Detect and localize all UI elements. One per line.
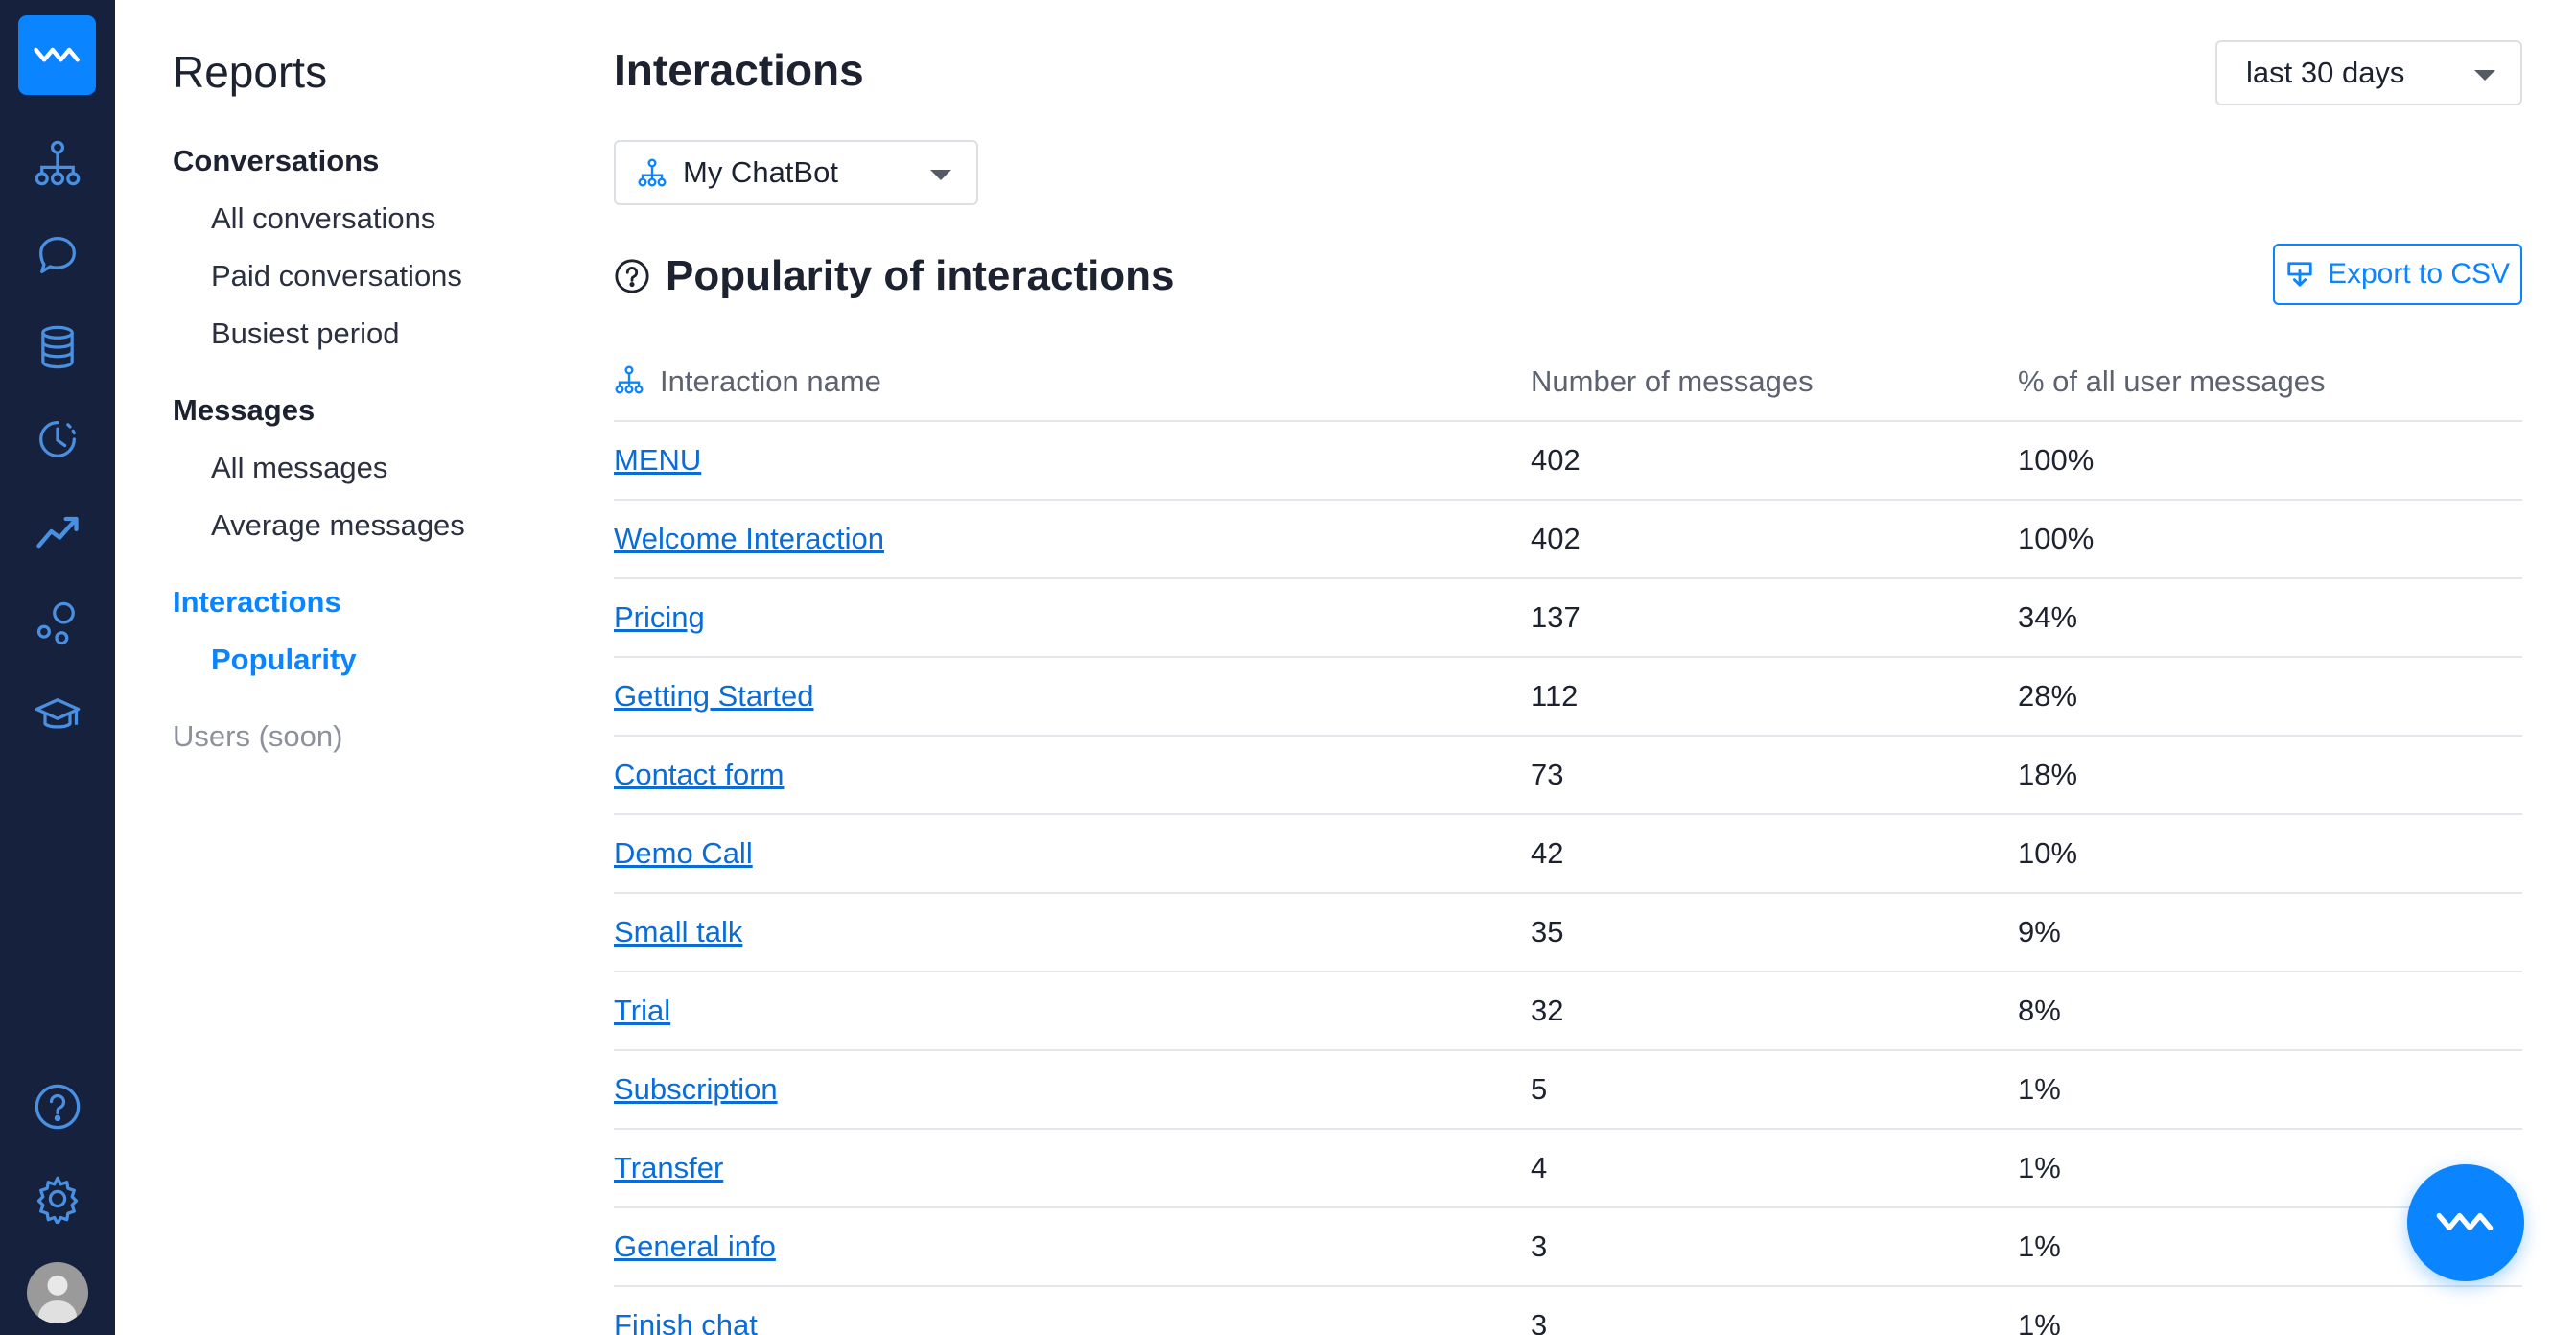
message-count: 42 <box>1531 836 1564 870</box>
table-row: Welcome Interaction 402 100% <box>614 501 2522 579</box>
message-percent: 1% <box>2018 1151 2061 1184</box>
bot-tree-icon <box>638 158 667 187</box>
message-count: 3 <box>1531 1230 1548 1263</box>
interactions-table: Interaction name Number of messages % of… <box>614 343 2522 1335</box>
table-row: Small talk 35 9% <box>614 894 2522 972</box>
message-count: 5 <box>1531 1072 1548 1106</box>
settings-gear-icon[interactable] <box>29 1170 86 1228</box>
export-csv-label: Export to CSV <box>2327 258 2511 290</box>
subnav-item-popularity[interactable]: Popularity <box>211 643 357 677</box>
icon-rail <box>0 0 115 1335</box>
chat-bubble-icon[interactable] <box>29 226 86 284</box>
subnav-item-average-messages[interactable]: Average messages <box>211 508 465 543</box>
interaction-link[interactable]: Pricing <box>614 600 705 635</box>
subnav-item-all-conversations[interactable]: All conversations <box>211 201 435 236</box>
export-csv-button[interactable]: Export to CSV <box>2273 244 2522 305</box>
message-percent: 28% <box>2018 679 2078 713</box>
help-circle-icon[interactable] <box>614 258 650 294</box>
history-clock-icon[interactable] <box>29 410 86 468</box>
table-row: General info 3 1% <box>614 1208 2522 1287</box>
interaction-link[interactable]: Getting Started <box>614 679 814 714</box>
message-percent: 100% <box>2018 443 2095 477</box>
message-percent: 100% <box>2018 522 2095 555</box>
integrations-icon[interactable] <box>29 595 86 652</box>
message-count: 73 <box>1531 758 1564 791</box>
interaction-link[interactable]: Trial <box>614 994 670 1028</box>
logo-wave-icon <box>2436 1212 2494 1230</box>
table-row: MENU 402 100% <box>614 422 2522 501</box>
section-title: Popularity of interactions <box>666 252 1175 299</box>
message-count: 402 <box>1531 522 1581 555</box>
subnav-item-users-soon: Users (soon) <box>173 719 343 753</box>
academy-cap-icon[interactable] <box>29 687 86 744</box>
subnav-group-conversations[interactable]: Conversations <box>173 144 379 178</box>
message-count: 32 <box>1531 994 1564 1027</box>
table-row: Demo Call 42 10% <box>614 815 2522 894</box>
bot-select[interactable]: My ChatBot <box>614 140 978 205</box>
message-percent: 34% <box>2018 600 2078 634</box>
chat-widget-button[interactable] <box>2407 1164 2524 1281</box>
message-percent: 9% <box>2018 915 2061 949</box>
message-percent: 1% <box>2018 1230 2061 1263</box>
interaction-link[interactable]: MENU <box>614 443 701 478</box>
interaction-link[interactable]: Finish chat <box>614 1308 758 1335</box>
table-row: Trial 32 8% <box>614 972 2522 1051</box>
subnav-item-busiest-period[interactable]: Busiest period <box>211 316 399 351</box>
bot-select-value: My ChatBot <box>683 155 838 189</box>
interaction-link[interactable]: Demo Call <box>614 836 753 871</box>
interaction-link[interactable]: General info <box>614 1230 776 1264</box>
period-select-value: last 30 days <box>2246 56 2405 89</box>
main-content: Interactions last 30 days My ChatBot Pop… <box>614 0 2532 1335</box>
section-header: Popularity of interactions <box>614 247 1175 305</box>
database-icon[interactable] <box>29 318 86 376</box>
message-count: 112 <box>1531 679 1579 713</box>
column-header-number-of-messages[interactable]: Number of messages <box>1531 364 1814 399</box>
message-percent: 10% <box>2018 836 2078 870</box>
bot-tree-icon[interactable] <box>29 134 86 192</box>
column-header-percent-of-messages[interactable]: % of all user messages <box>2018 364 2325 399</box>
subnav-item-all-messages[interactable]: All messages <box>211 451 387 485</box>
table-row: Getting Started 112 28% <box>614 658 2522 737</box>
period-select[interactable]: last 30 days <box>2215 40 2522 105</box>
table-header: Interaction name Number of messages % of… <box>614 343 2522 422</box>
logo-wave-icon[interactable] <box>18 15 96 95</box>
message-count: 35 <box>1531 915 1564 949</box>
interaction-link[interactable]: Small talk <box>614 915 742 949</box>
interaction-link[interactable]: Welcome Interaction <box>614 522 884 556</box>
message-percent: 18% <box>2018 758 2078 791</box>
bot-tree-icon <box>615 365 644 394</box>
message-percent: 1% <box>2018 1308 2061 1335</box>
download-icon <box>2287 262 2312 287</box>
subnav-title: Reports <box>173 47 328 97</box>
message-count: 137 <box>1531 600 1581 634</box>
table-row: Finish chat 3 1% <box>614 1287 2522 1335</box>
reports-trend-icon[interactable] <box>29 503 86 560</box>
message-count: 3 <box>1531 1308 1548 1335</box>
table-row: Transfer 4 1% <box>614 1130 2522 1208</box>
interaction-link[interactable]: Transfer <box>614 1151 723 1185</box>
reports-subnav: Reports Conversations All conversations … <box>115 0 575 1335</box>
subnav-group-messages[interactable]: Messages <box>173 393 315 428</box>
message-percent: 8% <box>2018 994 2061 1027</box>
help-icon[interactable] <box>29 1078 86 1136</box>
avatar[interactable] <box>27 1262 88 1323</box>
chevron-down-icon <box>930 170 951 180</box>
interaction-link[interactable]: Contact form <box>614 758 784 792</box>
page-title: Interactions <box>614 45 864 95</box>
subnav-group-interactions[interactable]: Interactions <box>173 585 341 620</box>
table-row: Contact form 73 18% <box>614 737 2522 815</box>
column-header-interaction-name[interactable]: Interaction name <box>660 364 881 399</box>
chevron-down-icon <box>2474 70 2495 81</box>
table-row: Subscription 5 1% <box>614 1051 2522 1130</box>
message-percent: 1% <box>2018 1072 2061 1106</box>
message-count: 4 <box>1531 1151 1548 1184</box>
message-count: 402 <box>1531 443 1581 477</box>
subnav-item-paid-conversations[interactable]: Paid conversations <box>211 259 462 293</box>
table-row: Pricing 137 34% <box>614 579 2522 658</box>
interaction-link[interactable]: Subscription <box>614 1072 778 1107</box>
